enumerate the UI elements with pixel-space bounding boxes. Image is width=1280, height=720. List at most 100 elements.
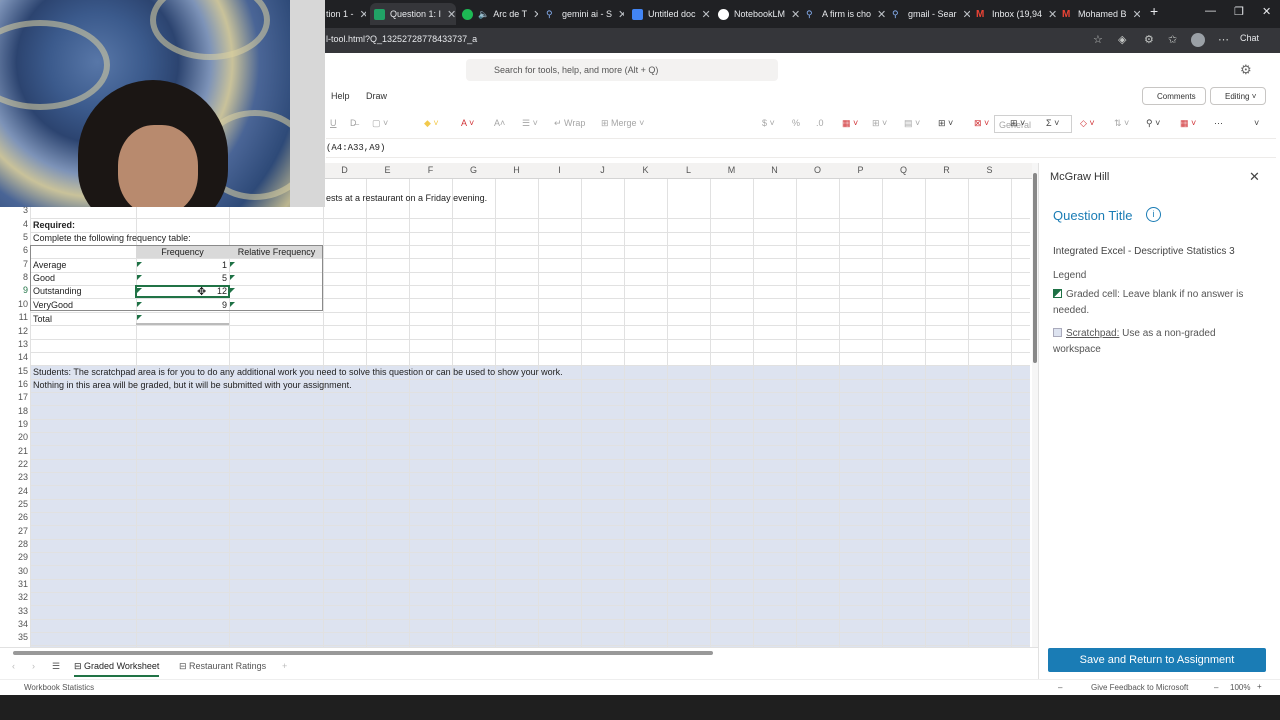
column-header[interactable]: R — [925, 165, 968, 175]
selected-cell[interactable] — [135, 285, 230, 298]
extension-icon[interactable]: ◈ — [1118, 33, 1126, 46]
find-icon[interactable]: ⚲ ˅ — [1146, 118, 1160, 129]
row-header[interactable]: 27 — [0, 526, 30, 536]
border-icon[interactable]: ▢ ˅ — [372, 118, 388, 129]
chevron-down-icon[interactable]: ˅ — [1254, 118, 1259, 128]
column-header[interactable]: I — [538, 165, 581, 175]
close-tab-icon[interactable]: ✕ — [447, 8, 456, 21]
row-header[interactable]: 23 — [0, 472, 30, 482]
cell-frequency[interactable]: 5 — [136, 273, 227, 283]
row-header[interactable]: 32 — [0, 592, 30, 602]
column-header[interactable]: M — [710, 165, 753, 175]
row-header[interactable]: 11 — [0, 312, 30, 322]
row-header[interactable]: 35 — [0, 632, 30, 642]
tab-graded-worksheet[interactable]: ⊟ Graded Worksheet — [74, 661, 160, 677]
column-header[interactable]: E — [366, 165, 409, 175]
close-icon[interactable]: ✕ — [1249, 169, 1260, 185]
wrap-button[interactable]: ↵ Wrap — [554, 118, 585, 129]
table-icon[interactable]: ⊞ ˅ — [872, 118, 887, 129]
more-options-icon[interactable]: ⋯ — [1214, 118, 1223, 129]
row-header[interactable]: 21 — [0, 446, 30, 456]
cell-required[interactable]: Required: — [33, 220, 75, 230]
autosum-icon[interactable]: Σ ˅ — [1046, 118, 1059, 128]
cell-frequency[interactable]: 1 — [136, 260, 227, 270]
row-header[interactable]: 15 — [0, 366, 30, 376]
prev-sheet-icon[interactable]: ‹ — [12, 661, 15, 671]
row-header[interactable]: 22 — [0, 459, 30, 469]
column-header[interactable]: H — [495, 165, 538, 175]
row-header[interactable]: 14 — [0, 352, 30, 362]
browser-tab[interactable]: ⚲ A firm is cho ✕ — [802, 3, 886, 25]
browser-tab[interactable]: M Mohamed B ✕ — [1058, 3, 1140, 25]
row-header[interactable]: 12 — [0, 326, 30, 336]
close-tab-icon[interactable]: ✕ — [702, 8, 711, 21]
next-sheet-icon[interactable]: › — [32, 661, 35, 671]
delete-icon[interactable]: ⊠ ˅ — [974, 118, 989, 129]
clear-icon[interactable]: ◇ ˅ — [1080, 118, 1095, 129]
formula-bar[interactable]: (A4:A33,A9) — [326, 140, 1276, 158]
column-header[interactable]: G — [452, 165, 495, 175]
font-color-icon[interactable]: A ˅ — [461, 118, 474, 128]
row-header[interactable]: 13 — [0, 339, 30, 349]
worksheet-grid[interactable]: 3 4 5 6 7 8 9 10 11 12 13 14 15 16 17 18 19 20 21 22 23 24 25 2… — [0, 179, 1032, 647]
horizontal-scrollbar[interactable] — [8, 650, 1028, 656]
column-header[interactable]: N — [753, 165, 796, 175]
currency-icon[interactable]: $ ˅ — [762, 118, 775, 128]
conditional-format-icon[interactable]: ▦ ˅ — [842, 118, 858, 129]
browser-tab[interactable]: tion 1 - ✕ — [326, 3, 366, 25]
puzzle-icon[interactable]: ⚙ — [1144, 33, 1154, 46]
favorites-icon[interactable]: ✩ — [1168, 33, 1177, 46]
close-tab-icon[interactable]: ✕ — [877, 8, 886, 21]
cell-frequency-header[interactable]: Frequency — [136, 247, 229, 257]
column-header[interactable]: O — [796, 165, 839, 175]
scroll-thumb[interactable] — [1033, 173, 1037, 363]
sort-filter-icon[interactable]: ⇅ ˅ — [1114, 118, 1129, 129]
menu-help[interactable]: Help — [331, 91, 350, 101]
tab-restaurant-ratings[interactable]: ⊟ Restaurant Ratings — [179, 661, 266, 672]
format-icon[interactable]: ⊞ ˅ — [1010, 118, 1025, 129]
comments-button[interactable]: Comments — [1142, 87, 1206, 105]
row-header[interactable]: 31 — [0, 579, 30, 589]
row-header[interactable]: 19 — [0, 419, 30, 429]
accessibility-icon[interactable]: i — [1146, 207, 1161, 222]
percent-icon[interactable]: % — [792, 118, 800, 128]
cell-scratch-note-2[interactable]: Nothing in this area will be graded, but… — [33, 380, 352, 390]
column-header[interactable]: D — [323, 165, 366, 175]
align-icon[interactable]: ☰ ˅ — [522, 118, 538, 129]
row-header[interactable]: 29 — [0, 552, 30, 562]
close-tab-icon[interactable]: ✕ — [1133, 8, 1140, 21]
gear-icon[interactable]: ⚙ — [1240, 62, 1252, 78]
zoom-in-icon[interactable]: + — [1257, 682, 1262, 691]
more-icon[interactable]: ⋯ — [1218, 33, 1229, 46]
row-header[interactable]: 9 — [0, 285, 30, 295]
column-header[interactable]: Q — [882, 165, 925, 175]
close-window-icon[interactable]: ✕ — [1262, 5, 1271, 18]
strikethrough-icon[interactable]: D̶ — [350, 118, 357, 128]
search-input[interactable]: Search for tools, help, and more (Alt + … — [466, 59, 778, 81]
new-tab-button[interactable]: + — [1150, 3, 1158, 19]
row-header[interactable]: 24 — [0, 486, 30, 496]
insert-icon[interactable]: ⊞ ˅ — [938, 118, 953, 129]
row-header[interactable]: 7 — [0, 259, 30, 269]
restore-icon[interactable]: ❐ — [1234, 5, 1244, 18]
cell-category[interactable]: VeryGood — [33, 300, 73, 310]
close-tab-icon[interactable]: ✕ — [1048, 8, 1056, 21]
chat-button[interactable]: Chat — [1240, 33, 1259, 43]
row-header[interactable]: 8 — [0, 272, 30, 282]
browser-tab[interactable]: ⚲ gemini ai - S ✕ — [542, 3, 624, 25]
cell-category[interactable]: Average — [33, 260, 66, 270]
fill-color-icon[interactable]: ◆ ˅ — [424, 118, 439, 129]
row-header[interactable]: 4 — [0, 219, 30, 229]
speaker-icon[interactable]: 🔈 — [478, 9, 489, 20]
cell-intro[interactable]: ests at a restaurant on a Friday evening… — [326, 193, 487, 203]
add-sheet-icon[interactable]: + — [282, 661, 287, 671]
star-icon[interactable]: ☆ — [1093, 33, 1103, 46]
save-return-button[interactable]: Save and Return to Assignment — [1048, 648, 1266, 672]
browser-tab[interactable]: 🔈 Arc de T ✕ — [458, 3, 538, 25]
browser-tab[interactable]: M Inbox (19,94 ✕ — [972, 3, 1056, 25]
browser-tab-active[interactable]: Question 1: I ✕ — [370, 3, 456, 25]
merge-button[interactable]: ⊞ Merge ˅ — [601, 118, 644, 129]
font-size-icon[interactable]: A˄ — [494, 118, 505, 128]
scratchpad-link[interactable]: Scratchpad: — [1066, 328, 1119, 339]
menu-draw[interactable]: Draw — [366, 91, 387, 101]
